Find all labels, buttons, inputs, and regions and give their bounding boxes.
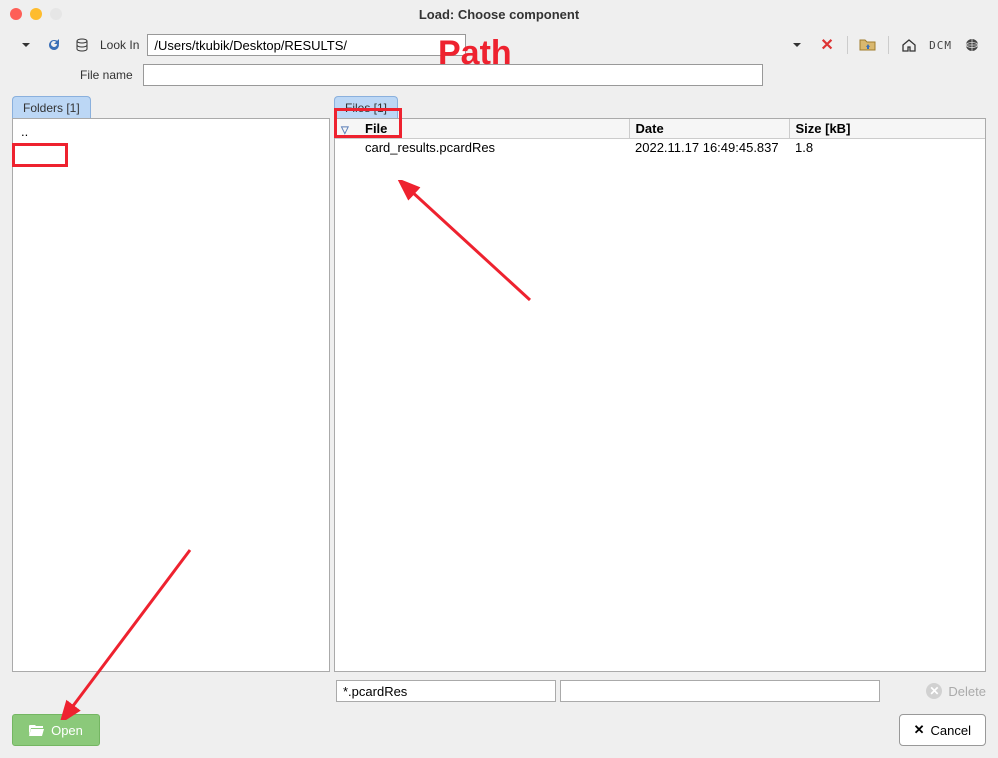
folders-tab[interactable]: Folders [1] bbox=[12, 96, 91, 118]
folder-up-icon[interactable] bbox=[858, 35, 878, 55]
filename-row: File name bbox=[0, 62, 998, 96]
lookin-label: Look In bbox=[100, 38, 139, 52]
close-icon: ✕ bbox=[914, 722, 925, 738]
folder-item-parent[interactable]: .. bbox=[17, 123, 325, 140]
globe-icon[interactable] bbox=[962, 35, 982, 55]
column-file[interactable]: File bbox=[359, 119, 629, 139]
annotation-arrow-file bbox=[390, 180, 550, 310]
path-input[interactable] bbox=[147, 34, 466, 56]
file-cell: card_results.pcardRes bbox=[359, 139, 629, 157]
path-dropdown-icon[interactable] bbox=[787, 35, 807, 55]
refresh-icon[interactable] bbox=[44, 35, 64, 55]
table-row[interactable]: card_results.pcardRes 2022.11.17 16:49:4… bbox=[335, 139, 985, 157]
filter-pattern-input[interactable] bbox=[336, 680, 556, 702]
files-tab[interactable]: Files [1] bbox=[334, 96, 398, 118]
separator bbox=[888, 36, 889, 54]
date-cell: 2022.11.17 16:49:45.837 bbox=[629, 139, 789, 157]
dropdown-icon[interactable] bbox=[16, 35, 36, 55]
filename-label: File name bbox=[80, 68, 133, 82]
home-icon[interactable] bbox=[899, 35, 919, 55]
sort-indicator[interactable]: ▽ bbox=[335, 119, 359, 139]
folder-open-icon bbox=[29, 723, 45, 737]
file-table: ▽ File Date Size [kB] card_results.pcard… bbox=[335, 119, 985, 156]
open-label: Open bbox=[51, 723, 83, 738]
filter-search-input[interactable] bbox=[560, 680, 880, 702]
separator bbox=[847, 36, 848, 54]
annotation-arrow-open bbox=[50, 540, 210, 720]
size-cell: 1.8 bbox=[789, 139, 985, 157]
database-icon[interactable] bbox=[72, 35, 92, 55]
window-title: Load: Choose component bbox=[0, 7, 998, 22]
remove-icon[interactable]: ✕ bbox=[817, 35, 837, 55]
filename-input[interactable] bbox=[143, 64, 763, 86]
delete-label: Delete bbox=[948, 684, 986, 699]
path-toolbar: Look In ✕ DCM bbox=[0, 28, 998, 62]
column-date[interactable]: Date bbox=[629, 119, 789, 139]
window-titlebar: Load: Choose component bbox=[0, 0, 998, 28]
dcm-icon[interactable]: DCM bbox=[929, 39, 952, 52]
delete-button: ✕ Delete bbox=[926, 683, 986, 699]
cancel-label: Cancel bbox=[931, 723, 971, 738]
delete-icon: ✕ bbox=[926, 683, 942, 699]
column-size[interactable]: Size [kB] bbox=[789, 119, 985, 139]
cancel-button[interactable]: ✕ Cancel bbox=[899, 714, 986, 746]
